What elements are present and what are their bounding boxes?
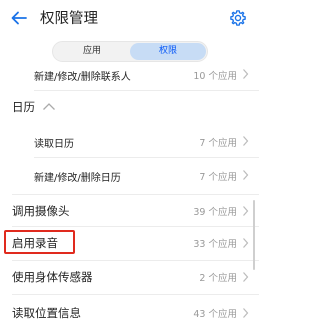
- list-item-label: 调用摄像头: [12, 204, 70, 218]
- back-arrow-icon[interactable]: [10, 9, 28, 27]
- app-count: 33 个应用: [193, 239, 237, 250]
- list-item-label: 新建/修改/删除联系人: [34, 72, 131, 83]
- chevron-right-icon: [243, 206, 249, 216]
- app-count: 10 个应用: [193, 71, 237, 82]
- chevron-right-icon: [243, 170, 249, 180]
- app-count: 7 个应用: [199, 138, 237, 149]
- chevron-right-icon: [243, 308, 249, 318]
- tab-permissions[interactable]: 权限: [130, 43, 206, 60]
- gear-icon[interactable]: [229, 9, 247, 27]
- chevron-right-icon: [243, 136, 249, 146]
- divider: [12, 194, 259, 195]
- app-count: 2 个应用: [199, 273, 237, 284]
- chevron-right-icon: [243, 69, 249, 79]
- highlight-box: [4, 230, 75, 254]
- chevron-right-icon: [243, 272, 249, 282]
- app-count: 7 个应用: [199, 172, 237, 183]
- chevron-right-icon: [243, 238, 249, 248]
- divider: [34, 157, 259, 158]
- segmented-control: 应用 权限: [52, 41, 208, 62]
- scrollbar[interactable]: [253, 200, 255, 270]
- list-item-label: 使用身体传感器: [12, 270, 93, 284]
- divider: [12, 294, 259, 295]
- list-item-label: 读取位置信息: [12, 306, 81, 320]
- divider: [12, 226, 259, 227]
- group-label: 日历: [12, 100, 35, 114]
- list-item-read-calendar[interactable]: 读取日历 7 个应用: [0, 135, 259, 151]
- list-item-label: 新建/修改/删除日历: [34, 173, 121, 184]
- tab-apps[interactable]: 应用: [54, 43, 130, 60]
- list-item-modify-contacts[interactable]: 新建/修改/删除联系人 10 个应用: [0, 68, 259, 84]
- list-item-body-sensors[interactable]: 使用身体传感器 2 个应用: [0, 269, 259, 287]
- list-item-modify-calendar[interactable]: 新建/修改/删除日历 7 个应用: [0, 169, 259, 185]
- chevron-up-icon: [43, 103, 55, 110]
- app-count: 39 个应用: [193, 207, 237, 218]
- list-item-location[interactable]: 读取位置信息 43 个应用: [0, 305, 259, 323]
- page-title: 权限管理: [40, 11, 98, 27]
- divider: [12, 260, 259, 261]
- list-item-camera[interactable]: 调用摄像头 39 个应用: [0, 203, 259, 221]
- top-bar: 权限管理: [0, 0, 259, 38]
- list-item-label: 读取日历: [34, 139, 74, 150]
- divider: [34, 90, 259, 91]
